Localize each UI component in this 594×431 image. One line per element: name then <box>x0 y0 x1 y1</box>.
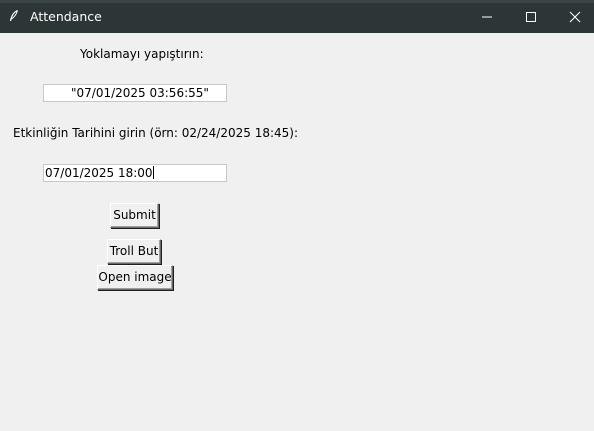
close-button[interactable] <box>552 0 594 33</box>
maximize-icon <box>526 11 536 22</box>
troll-button[interactable]: Troll But <box>107 239 161 264</box>
event-date-input[interactable]: 07/01/2025 18:00 <box>43 164 227 182</box>
minimize-icon <box>482 16 492 17</box>
maximize-button[interactable] <box>508 0 554 33</box>
window-title: Attendance <box>30 9 102 24</box>
feather-icon <box>9 9 18 22</box>
open-image-button[interactable]: Open image <box>97 265 173 290</box>
event-date-value: 07/01/2025 18:00 <box>45 166 153 180</box>
close-icon <box>569 11 581 22</box>
attendance-input[interactable]: "07/01/2025 03:56:55" "" <box>43 84 227 102</box>
submit-button[interactable]: Submit <box>110 203 159 228</box>
text-caret <box>152 166 154 179</box>
event-date-label: Etkinliğin Tarihini girin (örn: 02/24/20… <box>13 126 299 140</box>
attendance-window: Attendance Yoklamayı yapıştırın: "07/01/… <box>0 0 594 431</box>
title-bar[interactable]: Attendance <box>0 0 594 33</box>
minimize-button[interactable] <box>464 0 510 33</box>
paste-attendance-label: Yoklamayı yapıştırın: <box>80 47 204 61</box>
